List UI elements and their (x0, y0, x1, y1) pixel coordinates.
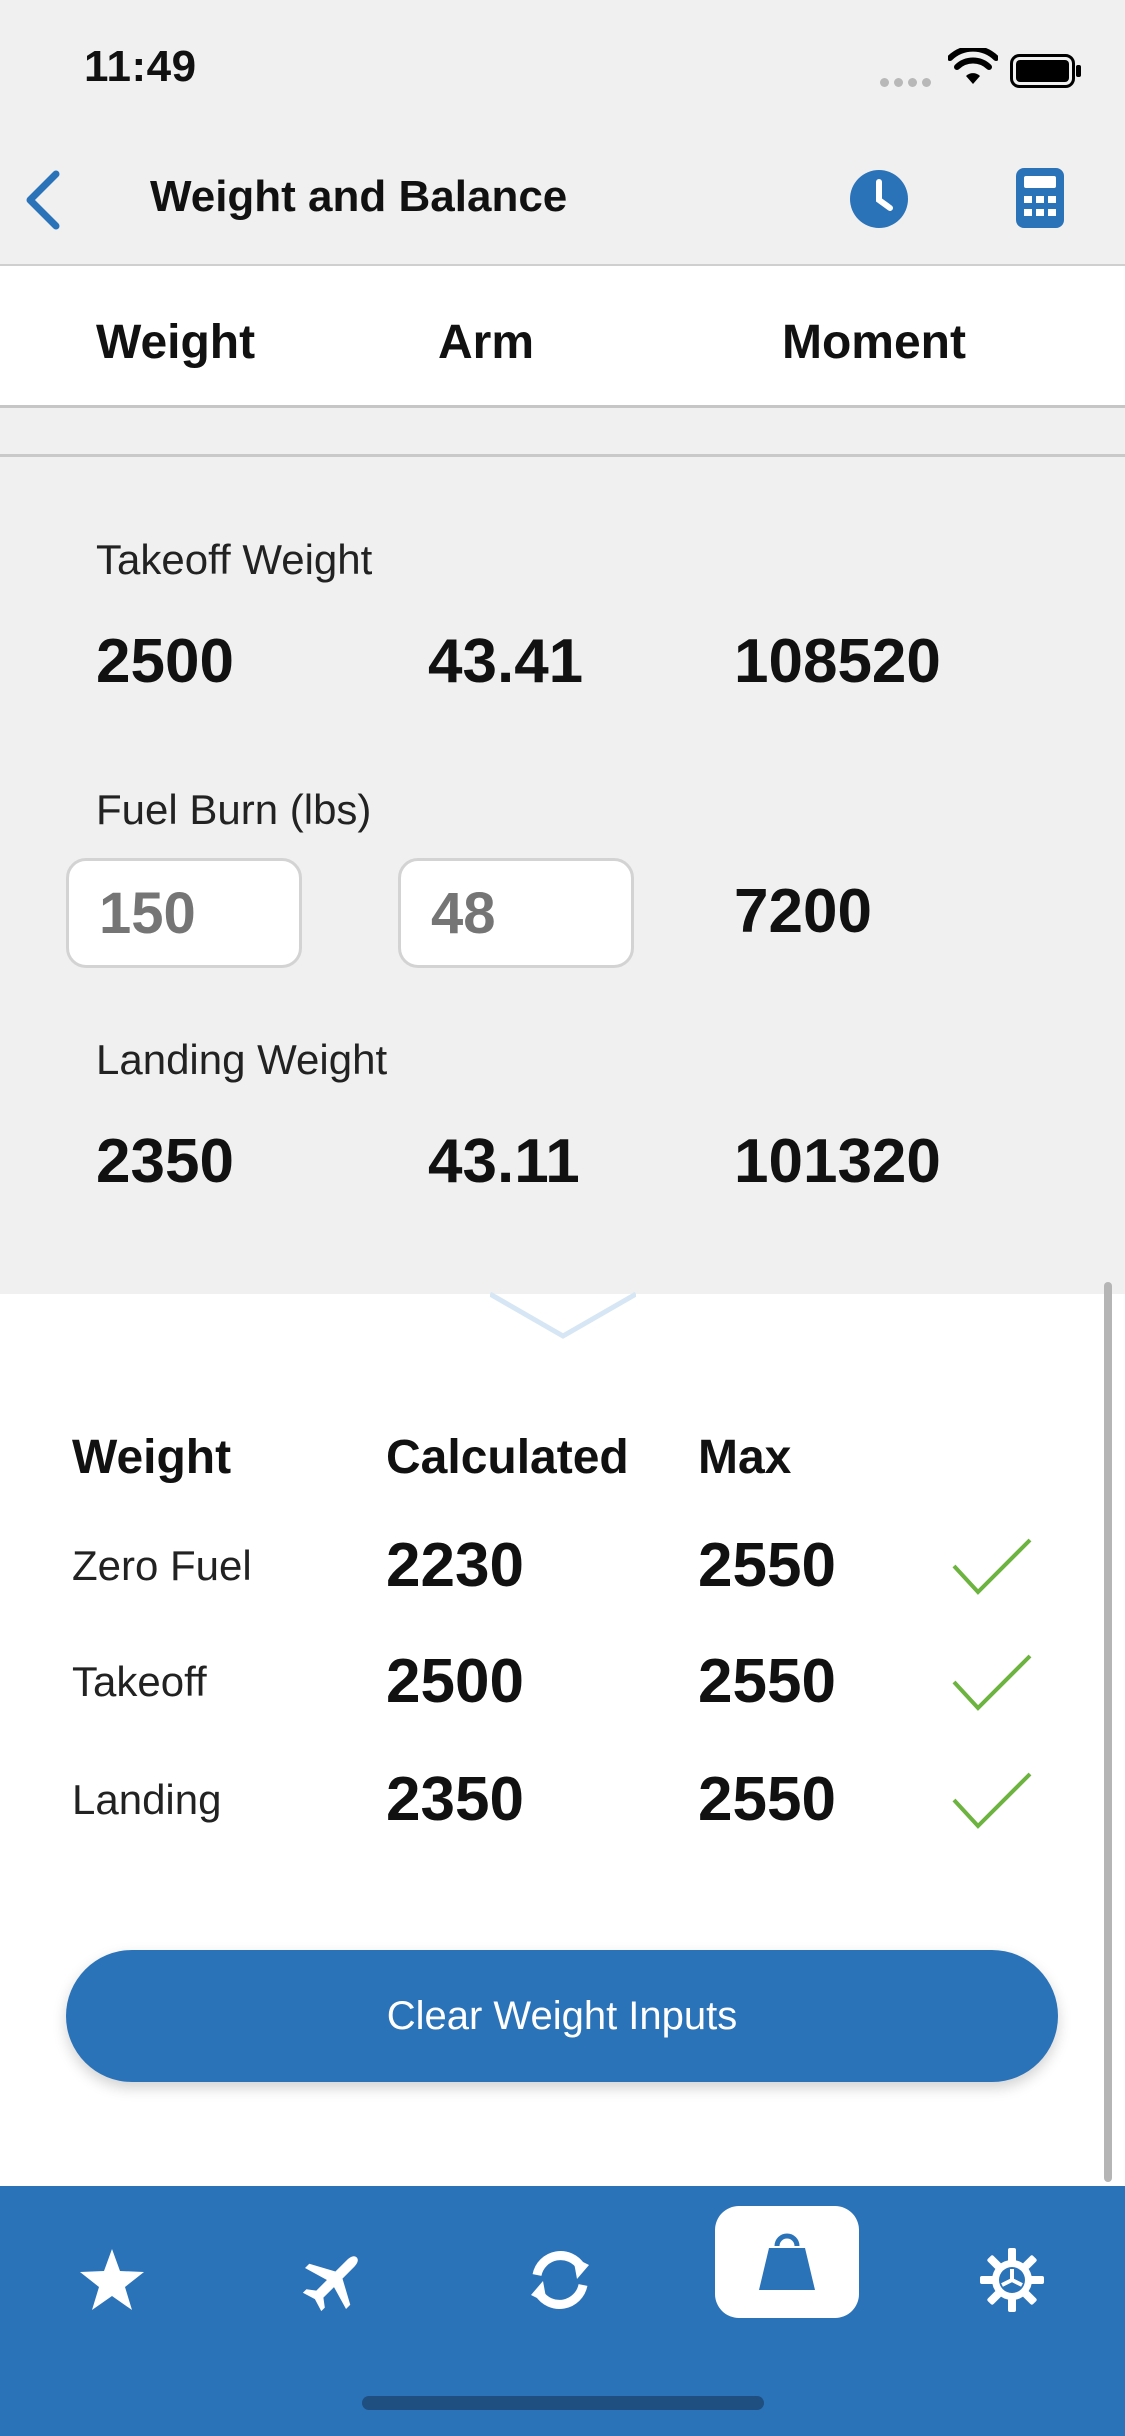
weight-icon (759, 2233, 815, 2290)
star-icon (80, 2249, 144, 2310)
tab-convert[interactable] (510, 2230, 610, 2330)
fuel-burn-arm-input[interactable] (398, 858, 634, 968)
limits-row-max: 2550 (698, 1765, 836, 1834)
limits-row-label: Landing (72, 1776, 222, 1823)
landing-arm-value: 43.11 (428, 1127, 580, 1196)
limits-header-calculated: Calculated (386, 1431, 629, 1484)
takeoff-moment-value: 108520 (734, 627, 941, 696)
landing-weight-value: 2350 (96, 1127, 234, 1196)
scrollbar[interactable] (1104, 1282, 1112, 2182)
refresh-icon (531, 2251, 589, 2309)
limits-row-calculated: 2230 (386, 1531, 524, 1600)
limits-header-weight: Weight (72, 1431, 232, 1484)
battery-icon (1010, 54, 1081, 88)
airplane-icon (302, 2256, 358, 2312)
limits-row-max: 2550 (698, 1531, 836, 1600)
fuel-burn-weight-input[interactable] (66, 858, 302, 968)
tab-aircraft[interactable] (284, 2230, 384, 2330)
checkmark-icon (952, 1654, 1032, 1711)
fuel-burn-label: Fuel Burn (lbs) (96, 786, 372, 833)
back-button[interactable] (20, 168, 68, 232)
landing-moment-value: 101320 (734, 1127, 941, 1196)
limits-row-calculated: 2500 (386, 1647, 524, 1716)
limits-header-max: Max (698, 1431, 792, 1484)
landing-weight-label: Landing Weight (96, 1036, 388, 1083)
takeoff-weight-label: Takeoff Weight (96, 536, 373, 583)
page-title: Weight and Balance (150, 172, 568, 221)
column-header-weight: Weight (96, 316, 256, 369)
column-header-arm: Arm (438, 316, 535, 369)
limits-row-label: Zero Fuel (72, 1542, 252, 1589)
wifi-icon (948, 48, 998, 84)
checkmark-icon (952, 1538, 1032, 1595)
tab-weight-balance[interactable] (715, 2206, 859, 2318)
clear-weight-inputs-button[interactable]: Clear Weight Inputs (66, 1950, 1058, 2082)
status-time: 11:49 (84, 42, 197, 91)
fuel-burn-moment-value: 7200 (734, 877, 872, 946)
clock-icon[interactable] (848, 168, 910, 230)
limits-row-max: 2550 (698, 1647, 836, 1716)
column-header-moment: Moment (782, 316, 966, 369)
divider (0, 454, 1125, 457)
tab-favorites[interactable] (62, 2230, 162, 2330)
takeoff-weight-value: 2500 (96, 627, 234, 696)
panel-pointer (490, 1291, 636, 1339)
calculator-icon[interactable] (1014, 166, 1066, 230)
home-indicator (362, 2396, 764, 2410)
tab-settings[interactable] (962, 2230, 1062, 2330)
gear-icon (980, 2248, 1044, 2312)
limits-row-calculated: 2350 (386, 1765, 524, 1834)
signal-icon (880, 74, 936, 92)
checkmark-icon (952, 1772, 1032, 1829)
limits-row-label: Takeoff (72, 1658, 207, 1705)
takeoff-arm-value: 43.41 (428, 627, 584, 696)
